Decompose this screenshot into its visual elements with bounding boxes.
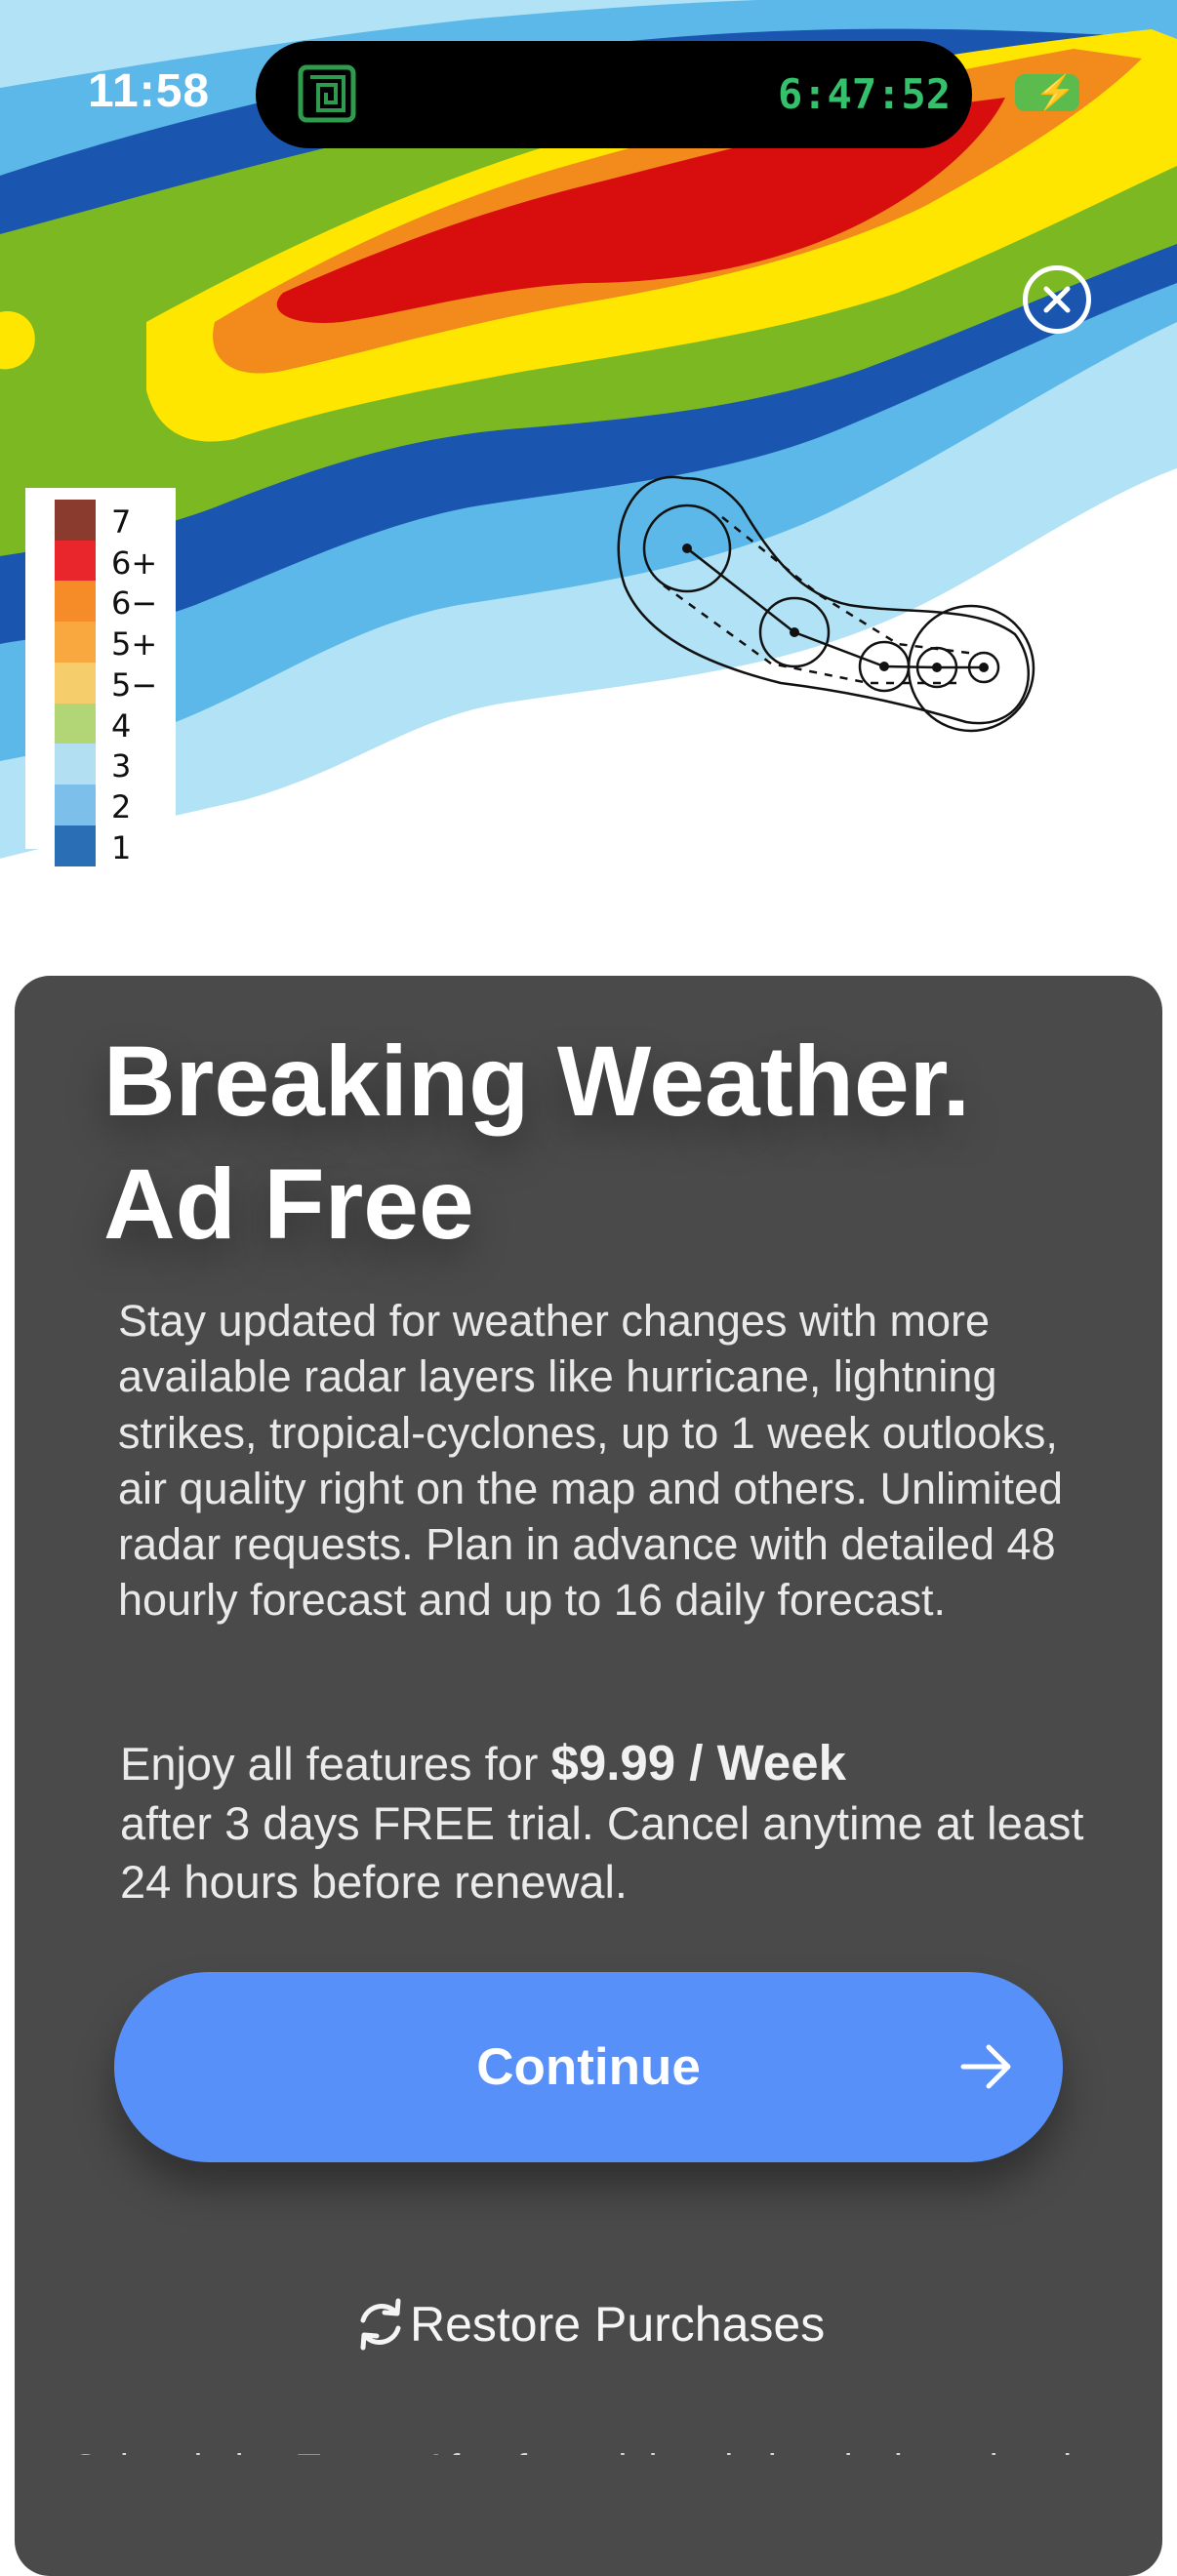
subscription-terms-text: Subscription Terms: After free trial per…: [72, 2447, 1087, 2455]
legend-row: 5−: [55, 662, 172, 704]
legend-label: 3: [111, 747, 132, 785]
headline-line-1: Breaking Weather.: [103, 1026, 971, 1137]
legend-label: 2: [111, 787, 132, 825]
offer-prefix: Enjoy all features for: [120, 1738, 551, 1790]
legend-row: 1: [55, 825, 172, 866]
dynamic-island[interactable]: 6:47:52: [256, 41, 972, 148]
legend-label: 6−: [111, 584, 158, 623]
close-button[interactable]: [1023, 265, 1091, 334]
legend-swatch: [55, 500, 96, 541]
continue-button[interactable]: Continue: [114, 1972, 1063, 2162]
feature-description: Stay updated for weather changes with mo…: [118, 1296, 1064, 1626]
legend-label: 7: [111, 503, 132, 541]
legend-row: 4: [55, 703, 172, 745]
radar-legend: 7 6+ 6− 5+ 5− 4 3 2 1: [25, 488, 176, 866]
restore-purchases-button[interactable]: Restore Purchases: [351, 2285, 839, 2363]
legend-label: 6+: [111, 543, 158, 582]
arrow-right-icon: [960, 2044, 1011, 2089]
restore-label: Restore Purchases: [410, 2297, 826, 2352]
bolt-icon: ⚡: [1035, 74, 1076, 111]
legend-swatch: [55, 662, 96, 704]
legend-row: 3: [55, 744, 172, 785]
headline-line-2: Ad Free: [103, 1148, 474, 1260]
maze-app-icon: [298, 64, 356, 123]
status-bar: 11:58 6:47:52 ⚡: [0, 0, 1177, 148]
legend-swatch: [55, 581, 96, 623]
legend-label: 1: [111, 828, 132, 866]
offer-price: $9.99 / Week: [550, 1735, 846, 1791]
paywall-headline: Breaking Weather. Ad Free: [103, 1020, 1079, 1266]
close-icon: [1043, 286, 1071, 313]
continue-label: Continue: [476, 2038, 701, 2096]
legend-swatch: [55, 540, 96, 582]
legend-label: 5+: [111, 625, 158, 664]
legend-swatch: [55, 703, 96, 745]
pricing-offer: Enjoy all features for $9.99 / Week afte…: [120, 1734, 1086, 1912]
legend-swatch: [55, 744, 96, 785]
legend-label: 5−: [111, 665, 158, 704]
live-activity-timer: 6:47:52: [777, 70, 951, 118]
legend-swatch: [55, 825, 96, 866]
legend-label: 4: [111, 706, 132, 745]
subscription-terms: Subscription Terms: After free trial per…: [72, 2432, 1087, 2455]
status-time: 11:58: [88, 65, 211, 117]
refresh-icon: [360, 2298, 401, 2351]
legend-swatch: [55, 784, 96, 825]
legend-row: 7: [55, 500, 172, 541]
legend-row: 6−: [55, 581, 172, 623]
legend-row: 6+: [55, 540, 172, 582]
offer-terms: after 3 days FREE trial. Cancel anytime …: [120, 1796, 1084, 1909]
legend-swatch: [55, 622, 96, 664]
legend-row: 2: [55, 784, 172, 825]
legend-row: 5+: [55, 622, 172, 664]
